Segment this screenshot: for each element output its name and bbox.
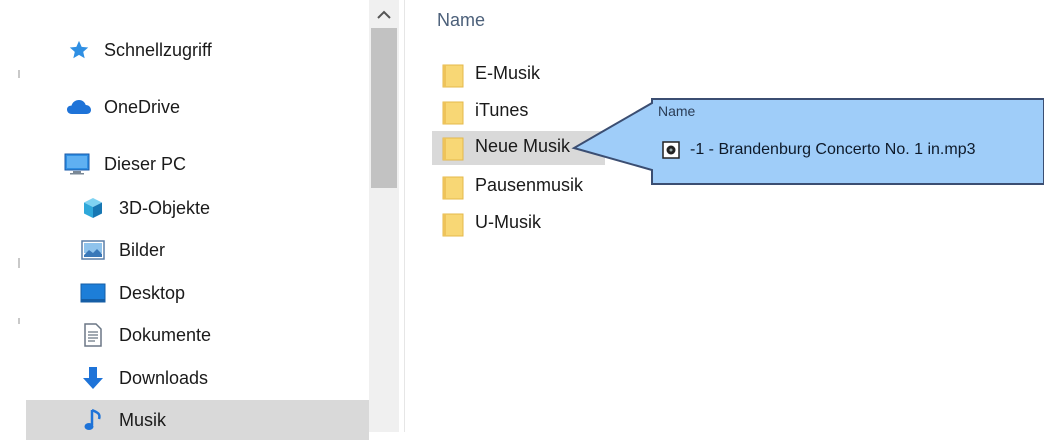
computer-icon [64,153,90,175]
folder-label: iTunes [475,100,529,120]
folder-icon [442,211,464,237]
document-icon [80,323,106,347]
popup-column-header: Name [658,103,696,119]
chevron-up-icon [377,10,391,19]
nav-item-dokumente[interactable]: Dokumente [26,315,369,355]
scroll-up-arrow[interactable] [369,6,399,24]
nav-item-label: Musik [119,409,167,430]
folder-icon [442,174,464,200]
window-left-edge [0,0,26,432]
folder-icon [442,62,464,88]
column-header-name[interactable]: Name [437,10,485,31]
audio-file-icon [662,141,680,159]
pictures-icon [80,239,106,261]
nav-item-musik[interactable]: Musik [26,400,369,440]
nav-item-onedrive[interactable]: OneDrive [26,87,369,127]
folder-row-neue-musik[interactable]: Neue Musik [432,131,605,165]
nav-item-bilder[interactable]: Bilder [26,230,369,270]
pane-divider [404,0,405,432]
nav-item-label: Bilder [119,239,166,260]
popup-file-label: -1 - Brandenburg Concerto No. 1 in.mp3 [690,141,976,158]
edge-tick [18,70,20,78]
folder-label: Pausenmusik [475,175,584,195]
nav-item-3d-objekte[interactable]: 3D-Objekte [26,188,369,228]
folder-row-e-musik[interactable]: E-Musik [432,58,572,92]
folder-row-pausenmusik[interactable]: Pausenmusik [432,170,612,204]
nav-item-label: Downloads [119,367,209,388]
download-arrow-icon [80,367,106,389]
navigation-pane: Schnellzugriff OneDrive Dieser PC 3D-Obj… [26,0,369,440]
nav-item-label: Schnellzugriff [104,39,212,60]
scroll-thumb[interactable] [371,28,397,188]
folder-row-itunes[interactable]: iTunes [432,95,572,129]
edge-tick [18,258,20,268]
cube-icon [80,197,106,219]
folder-label: E-Musik [475,63,541,83]
nav-scrollbar[interactable] [369,0,399,432]
nav-item-label: Dokumente [119,324,212,345]
preview-popup: Name -1 - Brandenburg Concerto No. 1 in.… [652,99,1044,184]
folder-icon [442,99,464,125]
nav-item-downloads[interactable]: Downloads [26,358,369,398]
nav-item-schnellzugriff[interactable]: Schnellzugriff [26,30,369,70]
folder-row-u-musik[interactable]: U-Musik [432,207,572,241]
nav-item-desktop[interactable]: Desktop [26,273,369,313]
edge-tick [18,318,20,324]
star-icon [66,39,92,61]
nav-item-dieser-pc[interactable]: Dieser PC [26,144,369,184]
music-note-icon [82,408,108,431]
nav-item-label: OneDrive [104,96,181,117]
nav-item-label: 3D-Objekte [119,197,211,218]
folder-icon [442,135,464,161]
folder-label: U-Musik [475,212,541,232]
popup-file-row[interactable]: -1 - Brandenburg Concerto No. 1 in.mp3 [662,137,975,163]
folder-label: Neue Musik [475,136,571,156]
desktop-icon [80,282,106,304]
nav-item-label: Desktop [119,282,186,303]
nav-item-label: Dieser PC [104,153,187,174]
cloud-icon [66,96,92,118]
